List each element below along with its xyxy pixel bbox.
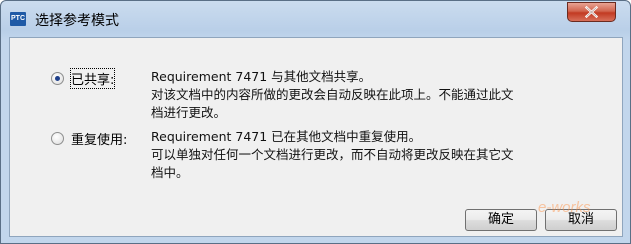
dialog-title: 选择参考模式: [35, 13, 119, 29]
ptc-app-icon: PTC: [10, 12, 26, 26]
title-bar[interactable]: PTC 选择参考模式: [1, 1, 630, 37]
ok-button[interactable]: 确定: [465, 209, 537, 231]
shared-radio[interactable]: [51, 72, 64, 85]
shared-option-label[interactable]: 已共享:: [69, 68, 116, 89]
reuse-description-line-2: 可以单独对任何一个文档进行更改，而不自动将更改反映在其它文: [151, 147, 514, 162]
radio-selected-dot: [55, 76, 60, 81]
reuse-radio[interactable]: [51, 132, 64, 145]
reuse-description-line-1: Requirement 7471 已在其他文档中重复使用。: [151, 129, 422, 144]
reuse-description-line-3: 档中。: [151, 165, 189, 180]
shared-description-line-3: 档进行更改。: [151, 105, 227, 120]
watermark-logo: e-works: [538, 199, 591, 216]
shared-description-line-1: Requirement 7471 与其他文档共享。: [151, 69, 372, 84]
reuse-option-label[interactable]: 重复使用:: [71, 129, 127, 148]
dialog-body: 已共享: Requirement 7471 与其他文档共享。 对该文档中的内容所…: [9, 37, 623, 237]
dialog-window: PTC 选择参考模式 已共享: Requirement 7471 与其他文档共享…: [0, 0, 631, 244]
shared-description-line-2: 对该文档中的内容所做的更改会自动反映在此项上。不能通过此文: [151, 87, 514, 102]
close-button[interactable]: [567, 2, 616, 22]
close-icon: [584, 5, 599, 19]
